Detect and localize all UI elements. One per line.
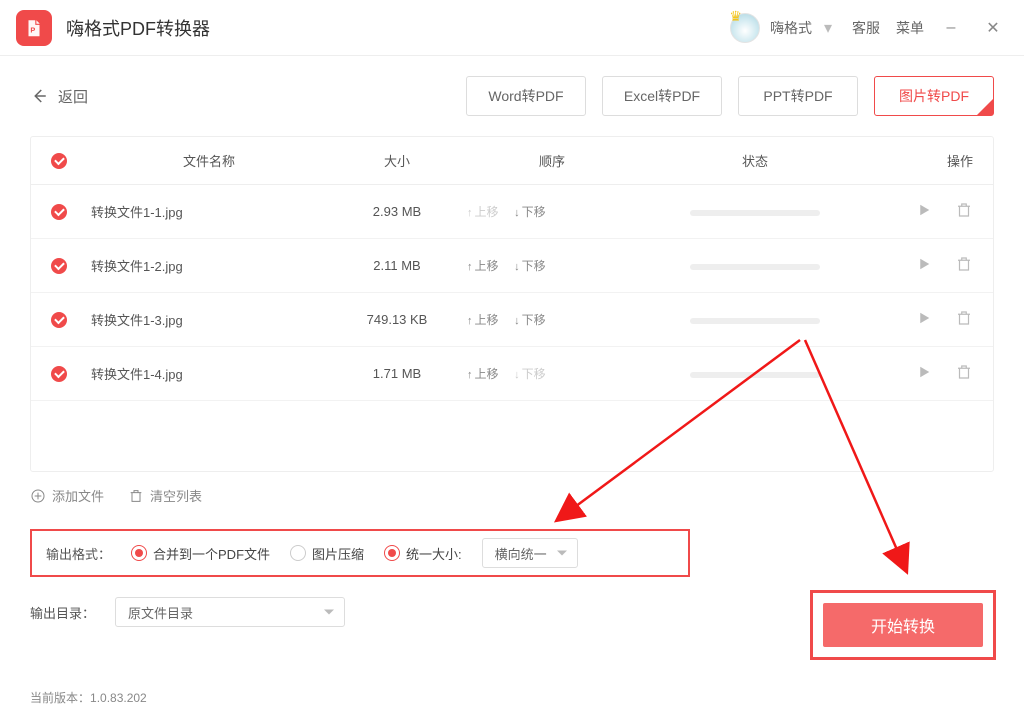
header-status: 状态 xyxy=(637,151,873,170)
output-format-options: 输出格式： 合并到一个PDF文件 图片压缩 统一大小: 横向统一 xyxy=(30,529,690,577)
row-check-icon[interactable] xyxy=(51,366,67,382)
file-name: 转换文件1-3.jpg xyxy=(91,310,327,329)
radio-unchecked-icon xyxy=(290,545,306,561)
play-button[interactable] xyxy=(915,255,933,273)
status-progress-bar xyxy=(690,318,820,324)
header-size: 大小 xyxy=(327,151,467,170)
status-progress-bar xyxy=(690,264,820,270)
table-row: 转换文件1-4.jpg 1.71 MB ↑上移 ↓下移 xyxy=(31,347,993,401)
move-down-button: ↓下移 xyxy=(514,367,546,381)
app-title: 嗨格式PDF转换器 xyxy=(66,15,210,41)
delete-button[interactable] xyxy=(955,201,973,219)
version-footer: 当前版本：1.0.83.202 xyxy=(30,689,147,706)
option-compress[interactable]: 图片压缩 xyxy=(290,544,364,563)
tab-word-to-pdf[interactable]: Word转PDF xyxy=(466,76,586,116)
header-name: 文件名称 xyxy=(91,151,327,170)
output-format-label: 输出格式： xyxy=(46,544,111,563)
play-button[interactable] xyxy=(915,201,933,219)
play-button[interactable] xyxy=(915,363,933,381)
move-down-button[interactable]: ↓下移 xyxy=(514,313,546,327)
svg-text:P: P xyxy=(30,25,35,34)
arrow-left-icon xyxy=(30,87,48,105)
output-dir-label: 输出目录： xyxy=(30,603,95,622)
user-name: 嗨格式 xyxy=(770,18,812,38)
add-file-label: 添加文件 xyxy=(52,486,104,505)
file-size: 749.13 KB xyxy=(327,312,467,327)
add-file-button[interactable]: 添加文件 xyxy=(30,486,104,505)
chevron-down-icon: ▾ xyxy=(824,18,832,38)
uniform-size-select[interactable]: 横向统一 xyxy=(482,538,578,568)
start-highlight: 开始转换 xyxy=(810,590,996,660)
radio-checked-icon xyxy=(131,545,147,561)
move-down-button[interactable]: ↓下移 xyxy=(514,205,546,219)
delete-button[interactable] xyxy=(955,255,973,273)
start-convert-button[interactable]: 开始转换 xyxy=(823,603,983,647)
delete-button[interactable] xyxy=(955,309,973,327)
tab-ppt-to-pdf[interactable]: PPT转PDF xyxy=(738,76,858,116)
file-list-panel: 文件名称 大小 顺序 状态 操作 转换文件1-1.jpg 2.93 MB ↑上移… xyxy=(30,136,994,472)
minimize-button[interactable]: – xyxy=(936,19,966,37)
move-up-button[interactable]: ↑上移 xyxy=(467,367,499,381)
clear-list-label: 清空列表 xyxy=(150,486,202,505)
status-progress-bar xyxy=(690,372,820,378)
file-size: 2.11 MB xyxy=(327,258,467,273)
file-name: 转换文件1-1.jpg xyxy=(91,202,327,221)
move-up-button[interactable]: ↑上移 xyxy=(467,259,499,273)
move-up-button[interactable]: ↑上移 xyxy=(467,313,499,327)
clear-list-button[interactable]: 清空列表 xyxy=(128,486,202,505)
row-check-icon[interactable] xyxy=(51,312,67,328)
radio-checked-icon xyxy=(384,545,400,561)
header-actions: 操作 xyxy=(873,151,973,170)
table-row: 转换文件1-3.jpg 749.13 KB ↑上移 ↓下移 xyxy=(31,293,993,347)
output-dir-select[interactable]: 原文件目录 xyxy=(115,597,345,627)
file-size: 2.93 MB xyxy=(327,204,467,219)
menu-service[interactable]: 客服 xyxy=(852,18,880,38)
option-uniform-size[interactable]: 统一大小: xyxy=(384,544,462,563)
table-row: 转换文件1-1.jpg 2.93 MB ↑上移 ↓下移 xyxy=(31,185,993,239)
play-button[interactable] xyxy=(915,309,933,327)
back-button[interactable]: 返回 xyxy=(30,86,88,107)
check-all-icon[interactable] xyxy=(51,153,67,169)
menu-menu[interactable]: 菜单 xyxy=(896,18,924,38)
row-check-icon[interactable] xyxy=(51,204,67,220)
close-button[interactable]: ✕ xyxy=(978,18,1008,38)
table-header: 文件名称 大小 顺序 状态 操作 xyxy=(31,137,993,185)
move-up-button: ↑上移 xyxy=(467,205,499,219)
crown-icon: ♛ xyxy=(729,8,742,25)
file-size: 1.71 MB xyxy=(327,366,467,381)
status-progress-bar xyxy=(690,210,820,216)
file-name: 转换文件1-4.jpg xyxy=(91,364,327,383)
app-logo-icon: P xyxy=(16,10,52,46)
tab-image-to-pdf[interactable]: 图片转PDF xyxy=(874,76,994,116)
header-order: 顺序 xyxy=(467,151,637,170)
tab-excel-to-pdf[interactable]: Excel转PDF xyxy=(602,76,722,116)
row-check-icon[interactable] xyxy=(51,258,67,274)
back-label: 返回 xyxy=(58,86,88,107)
option-merge[interactable]: 合并到一个PDF文件 xyxy=(131,544,270,563)
file-name: 转换文件1-2.jpg xyxy=(91,256,327,275)
move-down-button[interactable]: ↓下移 xyxy=(514,259,546,273)
user-area[interactable]: ♛ 嗨格式 ▾ xyxy=(709,13,836,43)
delete-button[interactable] xyxy=(955,363,973,381)
table-row: 转换文件1-2.jpg 2.11 MB ↑上移 ↓下移 xyxy=(31,239,993,293)
